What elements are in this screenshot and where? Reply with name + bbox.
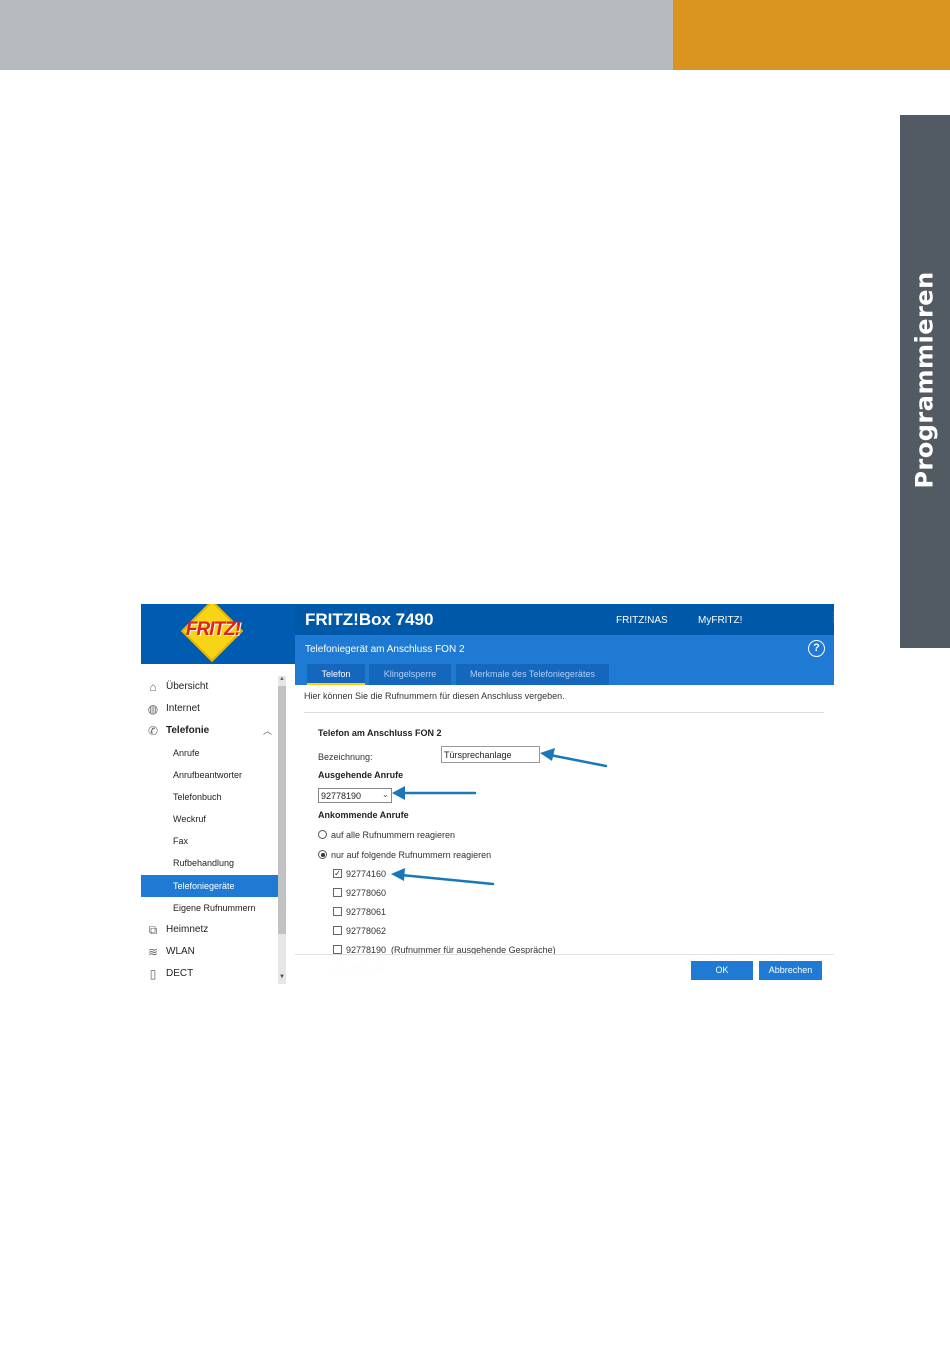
scroll-up-icon[interactable]: ▲ — [278, 676, 286, 682]
tab-klingelsperre[interactable]: Klingelsperre — [369, 664, 451, 685]
side-tab-label: Programmieren — [911, 270, 939, 489]
number-1-label: 92774160 — [346, 869, 387, 879]
ok-button[interactable]: OK — [691, 961, 753, 980]
sidebar-item-dect[interactable]: ▯ DECT — [141, 964, 278, 984]
sidebar-nav: ⌂ Übersicht ◍ Internet ✆ Telefonie ︿ Anr… — [141, 676, 286, 984]
bezeichnung-label: Bezeichnung: — [318, 752, 373, 762]
fritzbox-screenshot: FRITZ! FRITZ!Box 7490 FRITZ!NAS MyFRITZ!… — [141, 604, 834, 984]
outgoing-calls-title: Ausgehende Anrufe — [318, 770, 404, 780]
globe-icon: ◍ — [147, 702, 159, 716]
tab-bar: Telefon Klingelsperre Merkmale des Telef… — [295, 664, 834, 685]
intro-text: Hier können Sie die Rufnummern für diese… — [304, 691, 565, 701]
sidebar-item-telefoniegeraete[interactable]: Telefoniegeräte — [141, 875, 278, 897]
cancel-button[interactable]: Abbrechen — [759, 961, 822, 980]
checkbox-number-1[interactable]: ✓ — [333, 869, 342, 878]
page-header-orange-bar — [673, 0, 950, 70]
number-4-label: 92778062 — [346, 926, 387, 936]
page-header-gray-bar — [0, 0, 673, 70]
help-icon[interactable]: ? — [808, 640, 825, 657]
sidebar-item-rufbehandlung[interactable]: Rufbehandlung — [141, 853, 278, 873]
main-content: Hier können Sie die Rufnummern für diese… — [295, 685, 834, 984]
sidebar-item-eigene-rufnummern[interactable]: Eigene Rufnummern — [141, 898, 278, 918]
sidebar-item-anrufe[interactable]: Anrufe — [141, 743, 278, 763]
tab-telefon[interactable]: Telefon — [307, 664, 365, 685]
incoming-calls-title: Ankommende Anrufe — [318, 810, 409, 820]
sidebar-item-telefonie[interactable]: ✆ Telefonie ︿ — [141, 721, 278, 741]
myfritz-link[interactable]: MyFRITZ! — [698, 615, 742, 626]
tab-merkmale[interactable]: Merkmale des Telefoniegerätes — [456, 664, 609, 685]
checkbox-number-5[interactable] — [333, 945, 342, 954]
chevron-up-icon: ︿ — [263, 726, 273, 736]
chevron-down-icon: ⌄ — [382, 790, 389, 799]
more-vertical-icon[interactable]: ⋮ — [828, 610, 834, 624]
sidebar-scroll-thumb[interactable] — [278, 686, 286, 934]
outgoing-number-select[interactable]: 92778190 ⌄ — [318, 788, 392, 803]
checkbox-number-2[interactable] — [333, 888, 342, 897]
outgoing-number-value: 92778190 — [321, 791, 362, 801]
content-divider — [304, 712, 824, 713]
radio-selected-numbers-label: nur auf folgende Rufnummern reagieren — [331, 850, 492, 860]
sidebar-item-anrufbeantworter[interactable]: Anrufbeantworter — [141, 765, 278, 785]
sidebar-item-internet[interactable]: ◍ Internet — [141, 699, 278, 719]
radio-selected-numbers[interactable] — [318, 850, 327, 859]
sidebar-item-fax[interactable]: Fax — [141, 831, 278, 851]
phone-section-title: Telefon am Anschluss FON 2 — [318, 728, 442, 738]
fritz-logo-text: FRITZ! — [185, 619, 241, 640]
number-3-label: 92778061 — [346, 907, 387, 917]
radio-all-numbers[interactable] — [318, 830, 327, 839]
radio-all-numbers-label: auf alle Rufnummern reagieren — [331, 830, 456, 840]
page-subtitle-bar: Telefoniegerät am Anschluss FON 2 ? — [295, 635, 834, 664]
wifi-icon: ≋ — [147, 945, 159, 959]
sidebar-item-wlan[interactable]: ≋ WLAN — [141, 942, 278, 962]
number-2-label: 92778060 — [346, 888, 387, 898]
phone-icon: ✆ — [147, 724, 159, 738]
sidebar-scrollbar[interactable]: ▲ ▼ — [278, 676, 286, 984]
fritznas-link[interactable]: FRITZ!NAS — [616, 615, 668, 626]
sidebar-item-uebersicht[interactable]: ⌂ Übersicht — [141, 677, 278, 697]
sidebar-item-weckruf[interactable]: Weckruf — [141, 809, 278, 829]
network-icon: ⧉ — [148, 923, 158, 937]
checkbox-number-4[interactable] — [333, 926, 342, 935]
page-subtitle: Telefoniegerät am Anschluss FON 2 — [305, 644, 465, 655]
sidebar-item-telefonbuch[interactable]: Telefonbuch — [141, 787, 278, 807]
footer-button-bar: OK Abbrechen — [295, 954, 834, 984]
bezeichnung-input[interactable] — [441, 746, 540, 763]
side-chapter-tab: Programmieren — [900, 115, 950, 648]
logo-area: FRITZ! — [141, 604, 295, 664]
checkbox-number-3[interactable] — [333, 907, 342, 916]
top-bar: FRITZ!Box 7490 FRITZ!NAS MyFRITZ! ⋮ — [295, 604, 834, 635]
product-title: FRITZ!Box 7490 — [305, 610, 434, 629]
home-icon: ⌂ — [149, 680, 157, 694]
dect-phone-icon: ▯ — [149, 967, 157, 981]
scroll-down-icon[interactable]: ▼ — [278, 974, 286, 980]
sidebar-item-heimnetz[interactable]: ⧉ Heimnetz — [141, 920, 278, 940]
